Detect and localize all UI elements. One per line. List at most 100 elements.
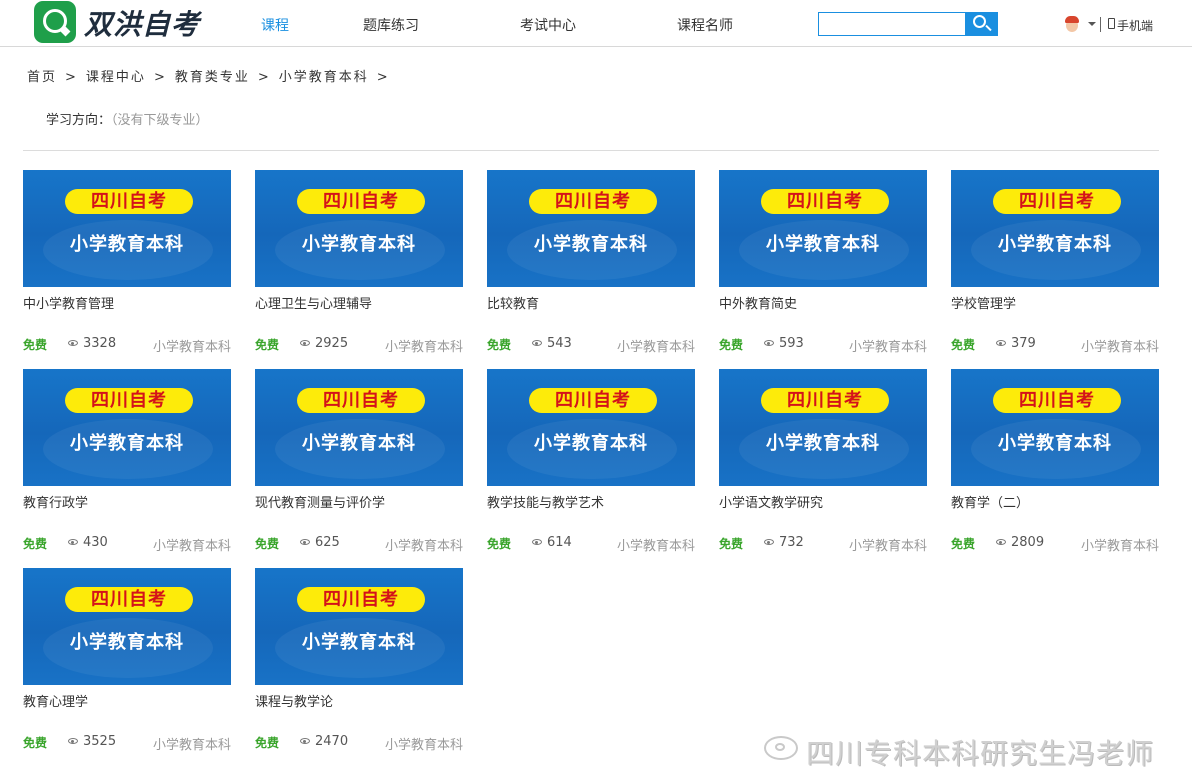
course-meta: 免费 614 小学教育本科 bbox=[487, 535, 695, 554]
course-title[interactable]: 比较教育 bbox=[487, 293, 539, 312]
course-category: 小学教育本科 bbox=[616, 340, 695, 355]
thumbnail-badge: 四川自考 bbox=[297, 587, 425, 612]
breadcrumb-separator: > bbox=[153, 70, 167, 85]
search-input[interactable] bbox=[818, 12, 966, 36]
course-title[interactable]: 教育心理学 bbox=[23, 691, 88, 710]
eye-icon bbox=[996, 340, 1006, 346]
course-title[interactable]: 小学语文教学研究 bbox=[719, 492, 823, 511]
course-title[interactable]: 心理卫生与心理辅导 bbox=[255, 293, 372, 312]
course-title[interactable]: 教育行政学 bbox=[23, 492, 88, 511]
course-thumbnail[interactable]: 四川自考 小学教育本科 bbox=[487, 369, 695, 486]
course-meta: 免费 3328 小学教育本科 bbox=[23, 336, 231, 355]
course-thumbnail[interactable]: 四川自考小学教育本科 bbox=[255, 568, 463, 685]
course-thumbnail[interactable]: 四川自考 小学教育本科 bbox=[951, 369, 1159, 486]
nav-teachers[interactable]: 课程名师 bbox=[677, 15, 733, 35]
course-thumbnail[interactable]: 四川自考 小学教育本科 bbox=[255, 170, 463, 287]
divider bbox=[1100, 17, 1101, 32]
course-meta: 免费 543 小学教育本科 bbox=[487, 336, 695, 355]
view-count: 2809 bbox=[1011, 535, 1045, 550]
phone-icon bbox=[1108, 18, 1115, 29]
nav-question-bank[interactable]: 题库练习 bbox=[363, 15, 419, 35]
thumbnail-subtitle: 小学教育本科 bbox=[302, 632, 416, 653]
eye-icon bbox=[300, 340, 310, 346]
price-badge: 免费 bbox=[255, 338, 280, 352]
view-count: 625 bbox=[315, 535, 340, 550]
course-title[interactable]: 课程与教学论 bbox=[255, 691, 333, 710]
chevron-down-icon[interactable] bbox=[1088, 22, 1096, 26]
view-count: 430 bbox=[83, 535, 108, 550]
course-thumbnail[interactable]: 四川自考 小学教育本科 bbox=[23, 369, 231, 486]
course-category: 小学教育本科 bbox=[152, 340, 231, 355]
course-category: 小学教育本科 bbox=[1080, 340, 1159, 355]
course-card[interactable]: 四川自考 小学教育本科教学技能与教学艺术免费 614 小学教育本科 bbox=[487, 369, 695, 555]
course-title[interactable]: 中小学教育管理 bbox=[23, 293, 114, 312]
course-category: 小学教育本科 bbox=[384, 539, 463, 554]
course-card[interactable]: 四川自考 小学教育本科 现代教育测量与评价学 免费 625 小学教育本科 bbox=[255, 369, 463, 555]
search-icon bbox=[973, 15, 986, 28]
course-card[interactable]: 四川自考 小学教育本科 教育心理学 免费 3525 小学教育本科 bbox=[23, 568, 231, 754]
nav-exam-center[interactable]: 考试中心 bbox=[520, 15, 576, 35]
price-badge: 免费 bbox=[23, 338, 48, 352]
eye-icon bbox=[68, 539, 78, 545]
breadcrumb-home[interactable]: 首页 bbox=[27, 70, 57, 85]
view-count: 3328 bbox=[83, 336, 117, 351]
thumbnail-badge: 四川自考 bbox=[297, 189, 425, 214]
top-navbar: 双洪自考 课程 题库练习 考试中心 课程名师 手机端 bbox=[0, 0, 1192, 47]
thumbnail-subtitle: 小学教育本科 bbox=[998, 234, 1112, 255]
course-card[interactable]: 四川自考 小学教育本科 教育学（二） 免费 2809 小学教育本科 bbox=[951, 369, 1159, 555]
course-card[interactable]: 四川自考 小学教育本科中小学教育管理免费 3328 小学教育本科 bbox=[23, 170, 231, 356]
eye-icon bbox=[68, 738, 78, 744]
course-category: 小学教育本科 bbox=[848, 539, 927, 554]
course-card[interactable]: 四川自考 小学教育本科 学校管理学 免费 379 小学教育本科 bbox=[951, 170, 1159, 356]
course-category: 小学教育本科 bbox=[848, 340, 927, 355]
course-card[interactable]: 四川自考 小学教育本科 教育行政学 免费 430 小学教育本科 bbox=[23, 369, 231, 555]
eye-icon bbox=[764, 340, 774, 346]
course-title[interactable]: 教育学（二） bbox=[951, 492, 1029, 511]
course-thumbnail[interactable]: 四川自考 小学教育本科 bbox=[487, 170, 695, 287]
price-badge: 免费 bbox=[719, 338, 744, 352]
course-category: 小学教育本科 bbox=[152, 738, 231, 753]
course-thumbnail[interactable]: 四川自考 小学教育本科 bbox=[23, 568, 231, 685]
course-thumbnail[interactable]: 四川自考 小学教育本科 bbox=[23, 170, 231, 287]
course-card[interactable]: 四川自考 小学教育本科比较教育免费 543 小学教育本科 bbox=[487, 170, 695, 356]
eye-icon bbox=[764, 539, 774, 545]
thumbnail-badge: 四川自考 bbox=[529, 388, 657, 413]
eye-icon bbox=[532, 340, 542, 346]
eye-icon bbox=[996, 539, 1006, 545]
study-direction-label: 学习方向： bbox=[46, 113, 112, 128]
course-card[interactable]: 四川自考 小学教育本科 心理卫生与心理辅导 免费 2925 小学教育本科 bbox=[255, 170, 463, 356]
avatar[interactable] bbox=[1064, 15, 1080, 33]
breadcrumb-separator: > bbox=[376, 70, 390, 85]
watermark: 四川专科本科研究生冯老师 bbox=[764, 730, 1184, 770]
course-card[interactable]: 四川自考 小学教育本科 课程与教学论 免费 2470 小学教育本科 bbox=[255, 568, 463, 754]
price-badge: 免费 bbox=[487, 537, 512, 551]
course-title[interactable]: 中外教育简史 bbox=[719, 293, 797, 312]
thumbnail-badge: 四川自考 bbox=[993, 388, 1121, 413]
watermark-text: 四川专科本科研究生冯老师 bbox=[806, 737, 1155, 770]
course-thumbnail[interactable]: 四川自考 小学教育本科 bbox=[255, 369, 463, 486]
view-count: 593 bbox=[779, 336, 804, 351]
course-thumbnail[interactable]: 四川自考 小学教育本科 bbox=[951, 170, 1159, 287]
course-thumbnail[interactable]: 四川自考 小学教育本科 bbox=[719, 170, 927, 287]
thumbnail-subtitle: 小学教育本科 bbox=[70, 234, 184, 255]
course-category: 小学教育本科 bbox=[384, 738, 463, 753]
mobile-link[interactable]: 手机端 bbox=[1117, 17, 1153, 34]
breadcrumb-separator: > bbox=[257, 70, 271, 85]
nav-courses[interactable]: 课程 bbox=[261, 15, 289, 35]
course-title[interactable]: 学校管理学 bbox=[951, 293, 1016, 312]
view-count: 3525 bbox=[83, 734, 117, 749]
search-button[interactable] bbox=[965, 12, 998, 36]
thumbnail-subtitle: 小学教育本科 bbox=[70, 433, 184, 454]
breadcrumb-education-major[interactable]: 教育类专业 bbox=[175, 70, 250, 85]
breadcrumb-primary-education[interactable]: 小学教育本科 bbox=[279, 70, 369, 85]
breadcrumb-course-center[interactable]: 课程中心 bbox=[86, 70, 146, 85]
course-card[interactable]: 四川自考 小学教育本科中外教育简史免费 593 小学教育本科 bbox=[719, 170, 927, 356]
course-card[interactable]: 四川自考 小学教育本科 小学语文教学研究 免费 732 小学教育本科 bbox=[719, 369, 927, 555]
weibo-icon bbox=[764, 736, 798, 760]
course-thumbnail[interactable]: 四川自考 小学教育本科 bbox=[719, 369, 927, 486]
course-meta: 免费 593 小学教育本科 bbox=[719, 336, 927, 355]
course-title[interactable]: 教学技能与教学艺术 bbox=[487, 492, 604, 511]
logo-icon[interactable] bbox=[34, 1, 76, 43]
course-title[interactable]: 现代教育测量与评价学 bbox=[255, 492, 385, 511]
site-logo-text[interactable]: 双洪自考 bbox=[84, 3, 200, 43]
